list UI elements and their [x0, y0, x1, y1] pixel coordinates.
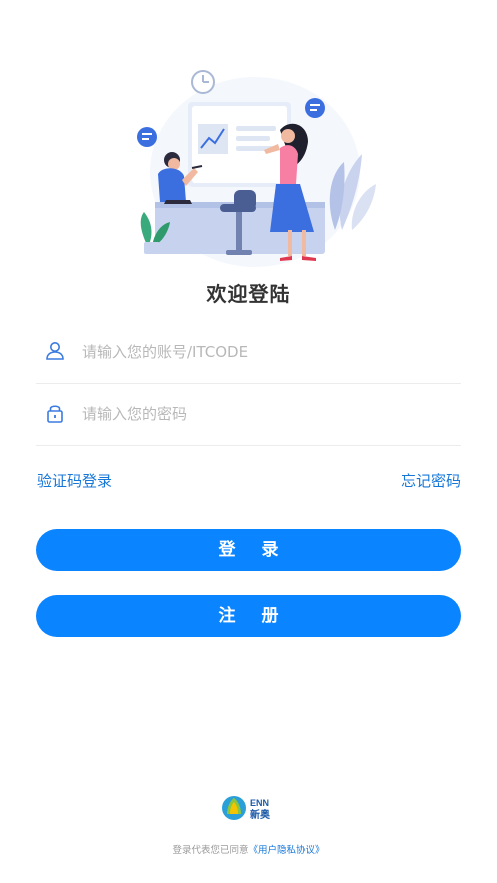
password-input[interactable] — [82, 397, 452, 431]
lock-icon — [44, 402, 66, 424]
privacy-protocol-link[interactable]: 《用户隐私协议》 — [249, 845, 325, 856]
agreement-text: 登录代表您已同意《用户隐私协议》 — [0, 842, 497, 856]
clock-icon — [191, 70, 215, 94]
agreement-prefix: 登录代表您已同意 — [172, 845, 249, 856]
password-field[interactable] — [36, 383, 461, 446]
logo-cn: 新奥 — [250, 808, 271, 821]
welcome-illustration — [130, 62, 380, 272]
account-field[interactable] — [36, 321, 461, 384]
sms-login-link[interactable]: 验证码登录 — [37, 470, 112, 491]
user-icon — [44, 340, 66, 362]
forgot-password-link[interactable]: 忘记密码 — [401, 470, 461, 491]
chart-icon — [198, 124, 228, 154]
account-input[interactable] — [82, 335, 452, 369]
login-button[interactable]: 登 录 — [36, 529, 461, 571]
page-title: 欢迎登陆 — [206, 282, 291, 306]
logo-en: ENN — [250, 798, 269, 808]
register-button[interactable]: 注 册 — [36, 595, 461, 637]
enn-logo: ENN 新奥 — [221, 794, 281, 822]
